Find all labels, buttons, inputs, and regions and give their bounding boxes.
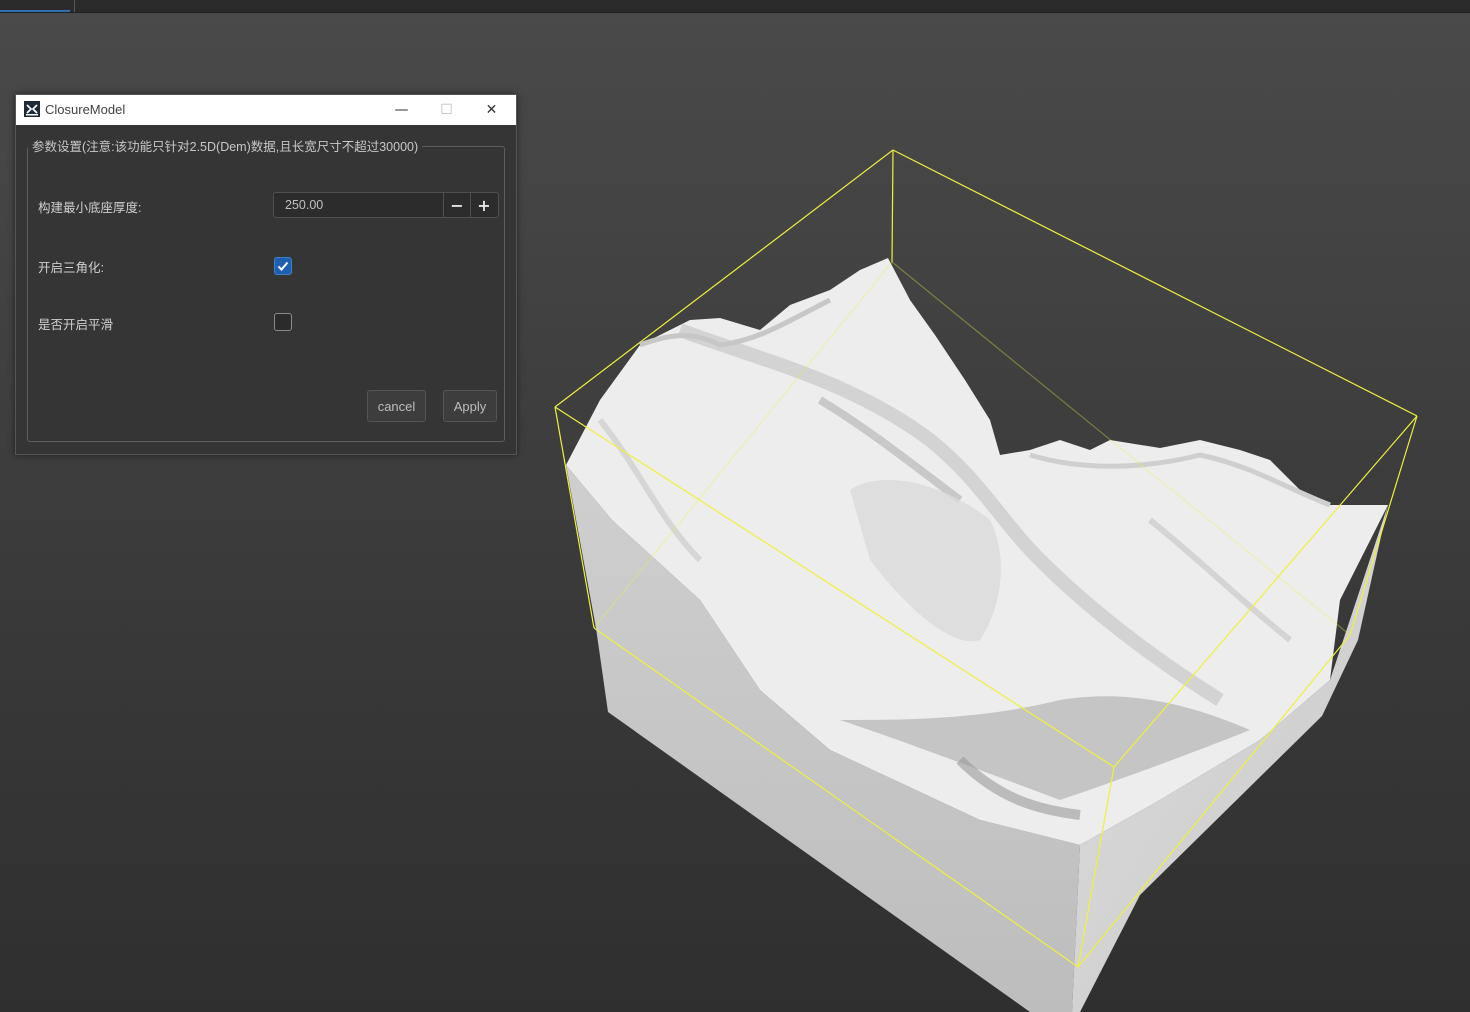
min-base-thickness-label: 构建最小底座厚度: [38,201,142,215]
active-tab[interactable] [0,0,75,12]
cancel-button[interactable]: cancel [367,390,426,422]
app-logo-icon [24,101,40,117]
triangulate-label: 开启三角化: [38,261,104,275]
smooth-checkbox[interactable] [274,313,292,331]
checkmark-icon [277,261,289,271]
apply-button[interactable]: Apply [443,390,497,422]
increment-button[interactable]: + [470,193,497,217]
groupbox-title: 参数设置(注意:该功能只针对2.5D(Dem)数据,且长宽尺寸不超过30000) [28,136,423,155]
dialog-titlebar[interactable]: ClosureModel — ☐ ✕ [16,95,516,125]
parameter-groupbox [27,146,505,442]
smooth-label: 是否开启平滑 [38,318,114,332]
triangulate-checkbox[interactable] [274,257,292,275]
min-base-thickness-value[interactable]: 250.00 [285,198,323,212]
closure-model-dialog: ClosureModel — ☐ ✕ 参数设置(注意:该功能只针对2.5D(De… [15,94,517,455]
close-button[interactable]: ✕ [469,95,514,125]
min-base-thickness-spinbox[interactable]: 250.00 − + [273,192,499,218]
dialog-title: ClosureModel [45,102,126,117]
top-tab-bar [0,0,1470,13]
decrement-button[interactable]: − [443,193,470,217]
minimize-button[interactable]: — [379,95,424,125]
maximize-button[interactable]: ☐ [424,95,469,125]
